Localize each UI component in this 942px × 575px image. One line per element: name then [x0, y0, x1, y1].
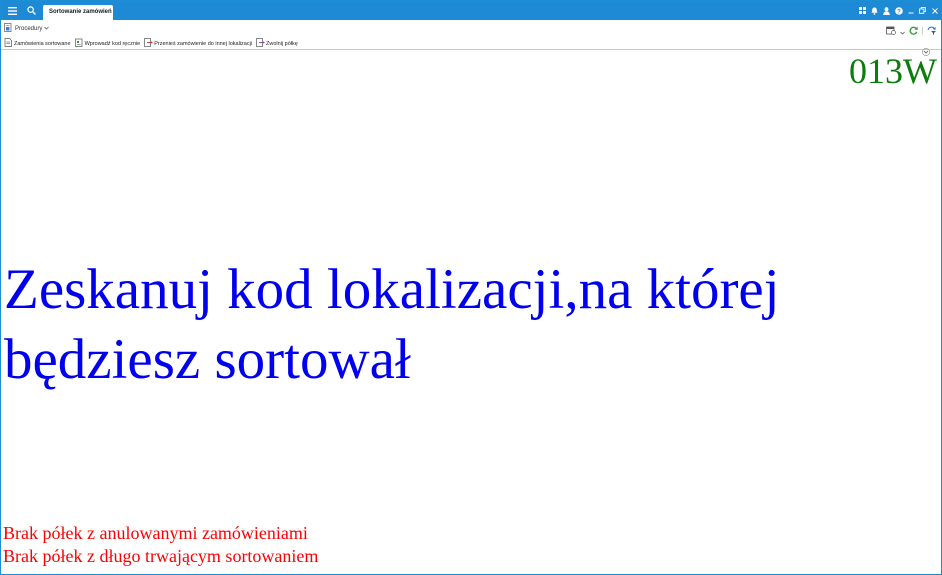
toolbar-label: Wprowadź kod ręcznie	[84, 40, 141, 47]
apps-icon[interactable]	[858, 1, 867, 20]
toolbar-label: Przenieś zamówienie do innej lokalizacji	[154, 40, 253, 47]
ribbon-top: Procedury	[1, 20, 941, 36]
procedures-label: Procedury	[15, 25, 43, 32]
app-window: Sortowanie zamówień ? Procedury Zamówien…	[0, 0, 942, 575]
status-line-long-sorting: Brak półek z długo trwającym sortowaniem	[3, 546, 319, 566]
status-line-cancelled: Brak półek z anulowanymi zamówieniami	[3, 523, 308, 543]
sorted-orders-button[interactable]: Zamówienia sortowane	[4, 38, 71, 49]
window-controls: ?	[858, 1, 939, 20]
move-order-button[interactable]: Przenieś zamówienie do innej lokalizacji	[144, 38, 252, 49]
release-shelf-button[interactable]: Zwolnij półkę	[256, 38, 298, 49]
station-counter: 013W	[849, 51, 937, 91]
close-icon[interactable]	[930, 1, 939, 20]
procedures-icon	[4, 23, 13, 34]
keyboard-entry-icon	[74, 38, 84, 49]
release-shelf-icon	[256, 38, 265, 49]
minimize-icon[interactable]	[906, 1, 915, 20]
svg-text:?: ?	[897, 9, 901, 15]
toolbar-label: Zwolnij półkę	[266, 40, 298, 47]
help-icon[interactable]: ?	[894, 1, 903, 20]
move-document-icon	[144, 38, 154, 49]
search-icon[interactable]	[22, 1, 40, 20]
menu-icon[interactable]	[3, 1, 21, 20]
manual-code-button[interactable]: Wprowadź kod ręcznie	[74, 38, 141, 49]
status-messages: Brak półek z anulowanymi zamówieniami Br…	[3, 522, 318, 568]
bell-icon[interactable]	[870, 1, 879, 20]
document-list-icon	[4, 38, 13, 49]
chevron-down-icon	[44, 26, 50, 32]
toolbar: Zamówienia sortowane Wprowadź kod ręczni…	[1, 35, 941, 56]
restore-icon[interactable]	[918, 1, 927, 20]
tab-sortowanie-zamowien[interactable]: Sortowanie zamówień	[43, 5, 113, 20]
scan-instruction-message: Zeskanuj kod lokalizacji,na której będzi…	[4, 258, 780, 391]
procedures-dropdown[interactable]: Procedury	[4, 23, 50, 34]
toolbar-label: Zamówienia sortowane	[14, 40, 71, 47]
title-bar: Sortowanie zamówień ?	[1, 1, 941, 20]
user-icon[interactable]	[882, 1, 891, 20]
